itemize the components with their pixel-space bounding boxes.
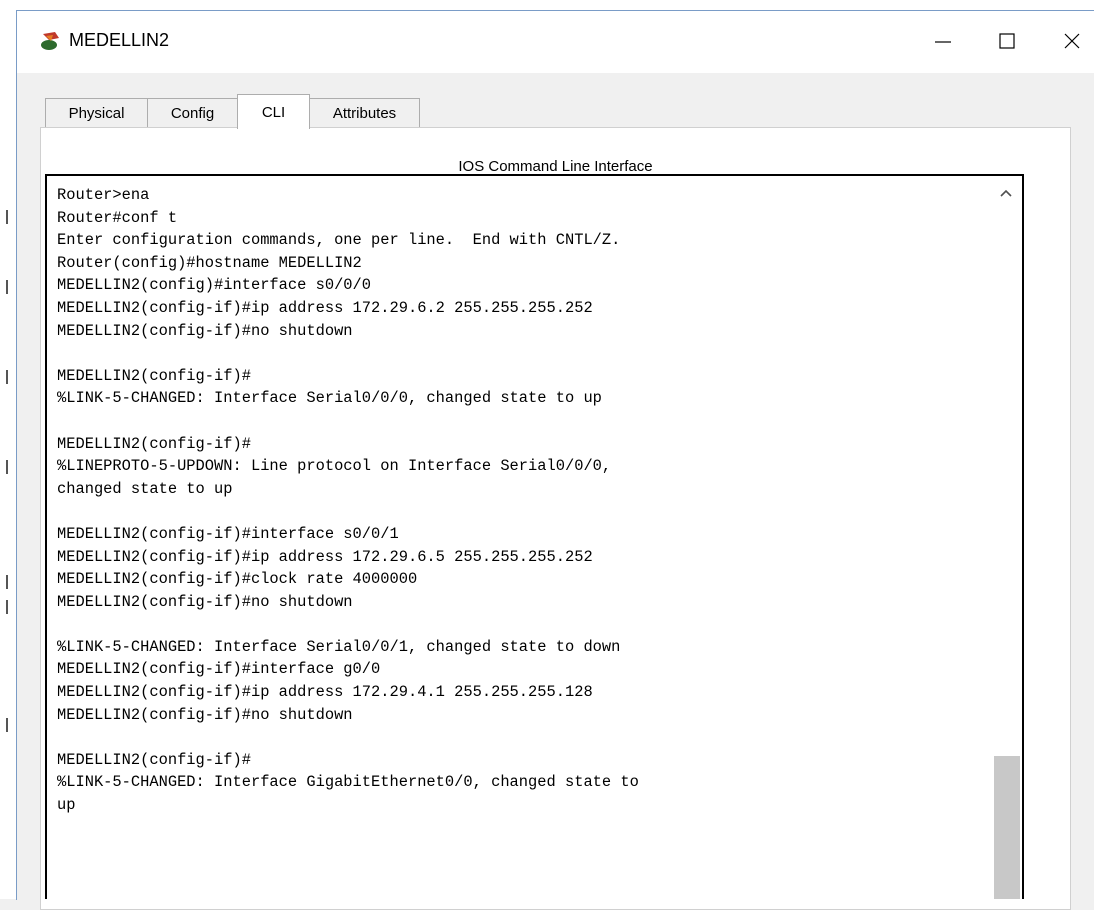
cli-line: MEDELLIN2(config-if)# [57,434,251,453]
desktop-left-edge [0,0,16,899]
maximize-icon [999,33,1015,49]
cli-line: %LINK-5-CHANGED: Interface Serial0/0/0, … [57,389,602,408]
window-title: MEDELLIN2 [69,30,170,50]
maximize-button[interactable] [984,19,1030,63]
cli-line: MEDELLIN2(config)#interface s0/0/0 [57,276,372,295]
close-button[interactable] [1049,19,1094,63]
packet-tracer-router-icon [41,32,59,50]
cli-line: MEDELLIN2(config-if)#no shutdown [57,705,353,724]
cli-line: MEDELLIN2(config-if)# [57,750,251,769]
tab-cli[interactable]: CLI [237,94,310,129]
minimize-icon [935,41,951,43]
cli-line: MEDELLIN2(config-if)#ip address 172.29.6… [57,298,593,317]
cli-line: %LINK-5-CHANGED: Interface GigabitEthern… [57,773,639,792]
cli-line: Enter configuration commands, one per li… [57,231,621,250]
scroll-up-arrow-icon[interactable] [999,188,1013,198]
tab-attributes[interactable]: Attributes [309,98,420,128]
vertical-scrollbar[interactable] [990,176,1022,899]
cli-line: Router#conf t [57,208,178,227]
tab-physical[interactable]: Physical [45,98,148,128]
cli-line: MEDELLIN2(config-if)#clock rate 4000000 [57,570,418,589]
cli-line: Router>ena [57,186,150,204]
cli-line: MEDELLIN2(config-if)#interface g0/0 [57,660,381,679]
close-icon [1064,33,1080,49]
panel-title: IOS Command Line Interface [458,158,653,175]
tab-config[interactable]: Config [147,98,238,128]
cli-line: MEDELLIN2(config-if)#ip address 172.29.4… [57,683,593,702]
cli-line: MEDELLIN2(config-if)#ip address 172.29.6… [57,547,593,566]
cli-line: Router(config)#hostname MEDELLIN2 [57,253,362,272]
cli-line: MEDELLIN2(config-if)# [57,366,251,385]
minimize-button[interactable] [920,19,966,63]
cli-terminal[interactable]: Router>ena Router#conf t Enter configura… [45,174,1024,899]
cli-line: %LINK-5-CHANGED: Interface Serial0/0/1, … [57,637,621,656]
cli-line: %LINEPROTO-5-UPDOWN: Line protocol on In… [57,457,612,476]
desktop-background [0,0,1094,10]
cli-line: MEDELLIN2(config-if)#no shutdown [57,321,353,340]
cli-output[interactable]: Router>ena Router#conf t Enter configura… [57,184,639,817]
title-bar[interactable]: MEDELLIN2 [17,11,1094,73]
cli-line: changed state to up [57,479,233,498]
cli-line: MEDELLIN2(config-if)#no shutdown [57,592,353,611]
scrollbar-thumb[interactable] [994,756,1020,899]
cli-line: MEDELLIN2(config-if)#interface s0/0/1 [57,524,399,543]
cli-line: up [57,796,76,815]
